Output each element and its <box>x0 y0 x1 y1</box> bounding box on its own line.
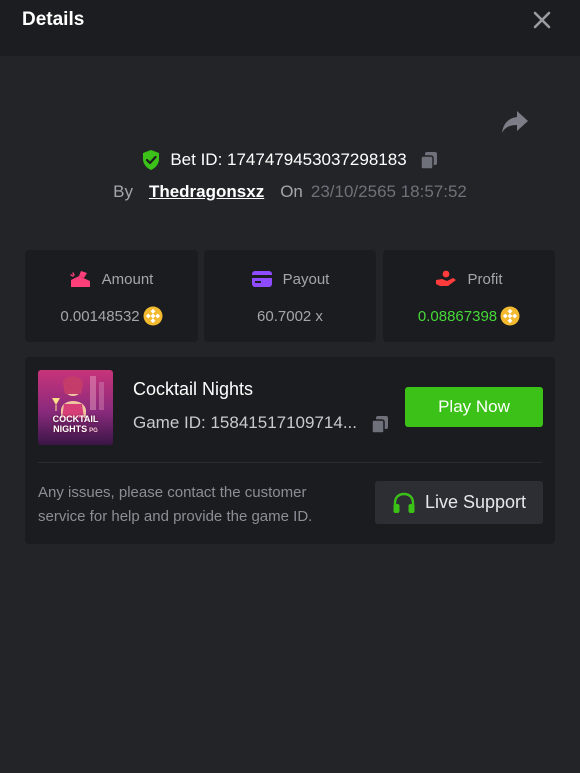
payout-label: Payout <box>282 270 330 288</box>
details-header: Details <box>0 0 580 56</box>
header-title: Details <box>22 9 85 30</box>
divider <box>38 462 542 463</box>
bet-datetime: 23/10/2565 18:57:52 <box>310 182 467 201</box>
amount-icon <box>69 271 90 287</box>
thumb-brand: PG <box>89 428 98 434</box>
on-label: On <box>280 182 303 201</box>
play-now-button[interactable]: Play Now <box>405 387 543 427</box>
bet-author-row: By Thedragonsxz On 23/10/2565 18:57:52 <box>0 180 580 204</box>
thumb-title-line1: COCKTAIL <box>52 414 99 424</box>
payout-value: 60.7002 x <box>257 307 323 325</box>
profit-hand-icon <box>436 270 457 286</box>
payout-card: Payout 60.7002 x <box>204 250 376 342</box>
bet-id: Bet ID: 1747479453037298183 <box>170 150 407 169</box>
bnb-coin-icon <box>500 306 520 326</box>
amount-label: Amount <box>101 270 154 288</box>
bet-id-row: Bet ID: 1747479453037298183 <box>0 148 580 172</box>
profit-label: Profit <box>467 270 503 288</box>
copy-game-id-icon[interactable] <box>370 414 390 434</box>
bnb-coin-icon <box>143 306 163 326</box>
shield-check-icon <box>143 150 160 170</box>
close-icon[interactable] <box>531 9 553 31</box>
share-icon[interactable] <box>500 109 530 135</box>
help-text: Any issues, please contact the customer … <box>38 484 313 525</box>
amount-card: Amount 0.00148532 <box>25 250 198 342</box>
amount-value: 0.00148532 <box>60 307 140 325</box>
profit-card: Profit 0.08867398 <box>383 250 555 342</box>
payout-card-icon <box>251 271 272 287</box>
live-support-button[interactable]: Live Support <box>375 481 543 524</box>
game-id: Game ID: 15841517109714... <box>133 413 357 432</box>
profit-value: 0.08867398 <box>417 307 498 325</box>
username-link[interactable]: Thedragonsxz <box>149 182 264 202</box>
by-label: By <box>113 182 133 201</box>
thumb-title-line2: NIGHTS <box>53 424 88 434</box>
copy-bet-id-icon[interactable] <box>419 150 439 170</box>
game-thumbnail[interactable]: COCKTAIL NIGHTS PG <box>38 370 113 445</box>
headset-icon <box>393 492 415 513</box>
live-support-label: Live Support <box>424 492 527 512</box>
game-card: COCKTAIL NIGHTS PG Cocktail Nights Game I… <box>25 357 555 544</box>
game-name[interactable]: Cocktail Nights <box>133 379 253 400</box>
